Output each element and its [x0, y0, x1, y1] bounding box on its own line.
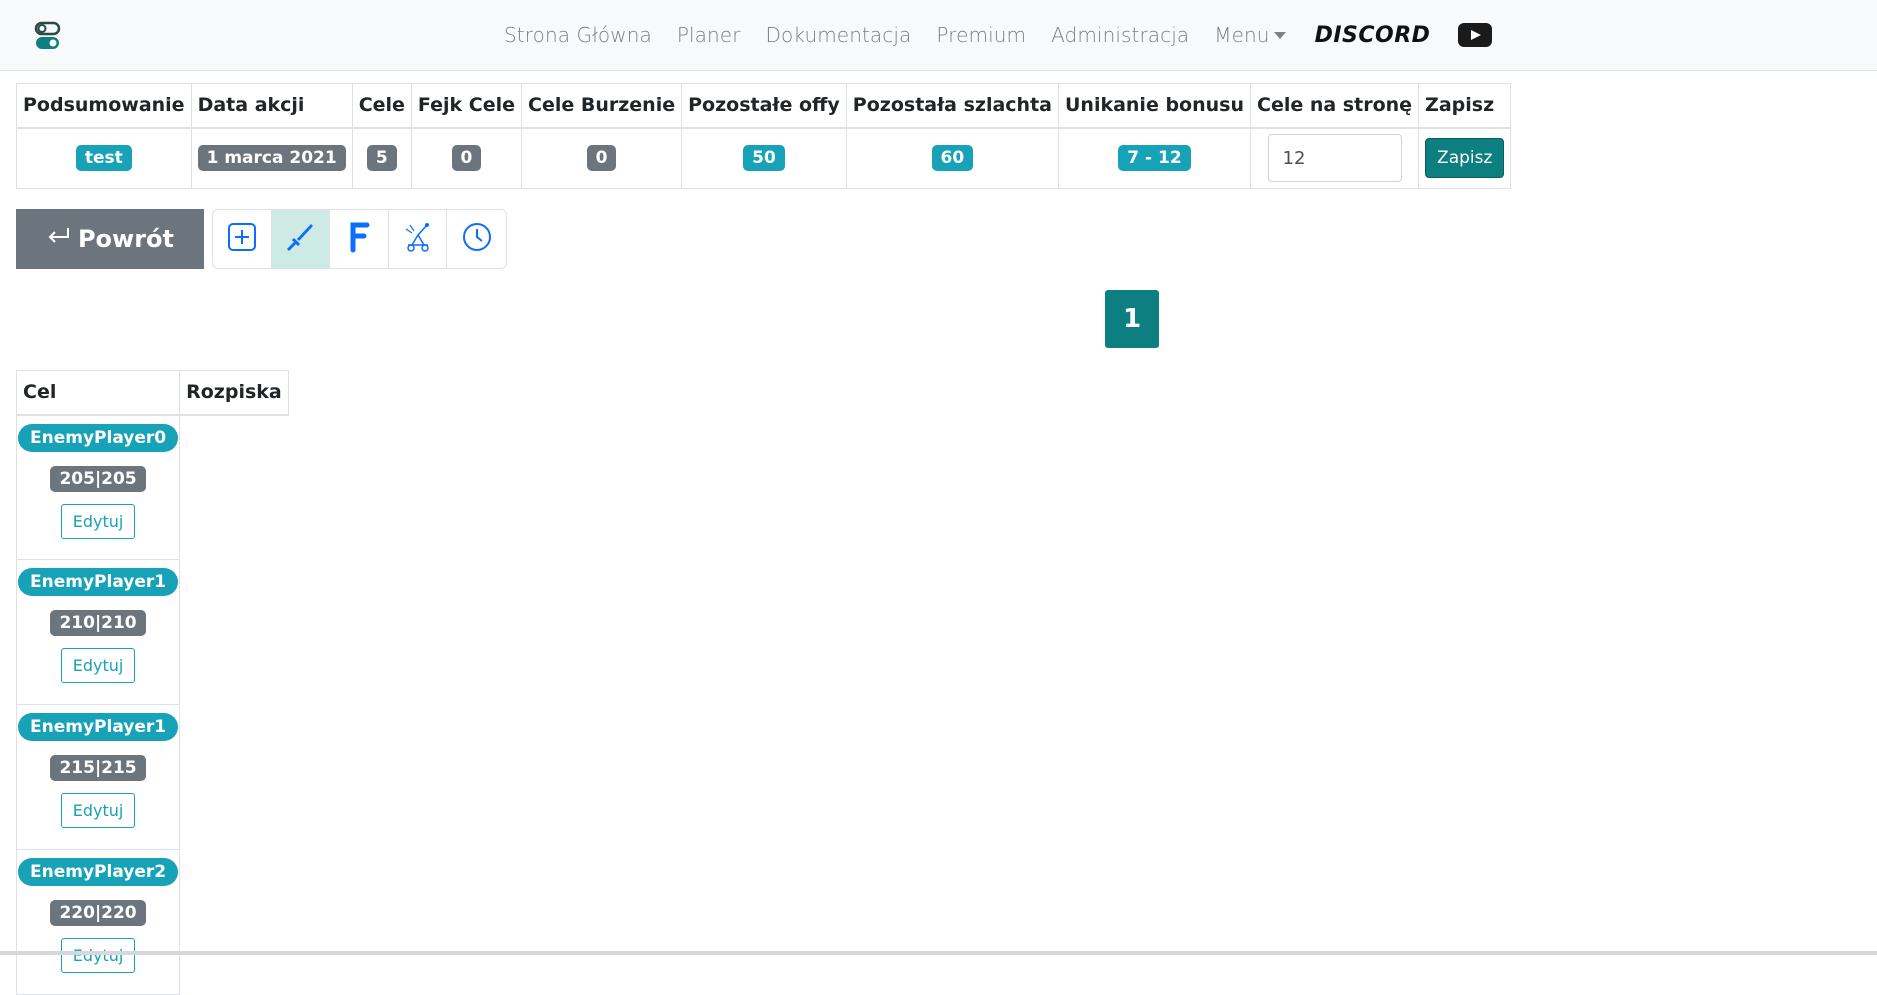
summary-cell: test: [16, 127, 192, 189]
target-player-badge[interactable]: EnemyPlayer0: [18, 423, 179, 452]
header-save: Zapisz: [1418, 83, 1512, 129]
header-demolition-targets: Cele Burzenie: [521, 83, 683, 129]
target-cell: EnemyPlayer1 215|215 Edytuj: [15, 704, 181, 850]
edit-target-button[interactable]: Edytuj: [60, 793, 136, 828]
back-button[interactable]: Powrót: [16, 209, 204, 269]
header-targets: Cele: [351, 83, 412, 129]
header-remaining-offs: Pozostałe offy: [681, 83, 847, 129]
summary-table: Podsumowanie Data akcji Cele Fejk Cele C…: [16, 83, 1512, 189]
save-cell: Zapisz: [1418, 127, 1512, 189]
action-date-cell: 1 marca 2021: [190, 127, 353, 189]
targets-table: Cel Rozpiska EnemyPlayer0 205|205 Edytuj…: [15, 370, 289, 995]
return-arrow-icon: [46, 225, 72, 253]
target-cell: EnemyPlayer0 205|205 Edytuj: [15, 414, 181, 560]
nav-link-docs[interactable]: Dokumentacja: [766, 23, 912, 47]
top-navbar: Strona Główna Planer Dokumentacja Premiu…: [0, 0, 1877, 71]
tool-offensive[interactable]: [271, 210, 331, 268]
demolition-targets-cell: 0: [521, 127, 683, 189]
target-cell: EnemyPlayer2 220|220 Edytuj: [15, 849, 181, 995]
edit-target-button[interactable]: Edytuj: [60, 938, 136, 973]
clock-icon: [462, 222, 492, 256]
header-action-date: Data akcji: [190, 83, 353, 129]
brand-logo-icon[interactable]: [34, 20, 62, 52]
schedule-cell: [179, 849, 289, 995]
target-player-badge[interactable]: EnemyPlayer1: [18, 713, 179, 741]
edit-target-button[interactable]: Edytuj: [60, 503, 136, 539]
bonus-avoidance-cell: 7 - 12: [1057, 127, 1252, 189]
nav-link-planner[interactable]: Planer: [677, 23, 741, 47]
plus-square-icon: [227, 222, 257, 256]
header-targets-per-page: Cele na stronę: [1249, 83, 1420, 129]
demolition-targets-badge: 0: [586, 145, 617, 172]
catapult-icon: [402, 221, 434, 257]
bonus-avoidance-badge: 7 - 12: [1118, 145, 1191, 172]
save-button[interactable]: Zapisz: [1425, 138, 1505, 179]
caret-down-icon: [1273, 32, 1286, 39]
horizontal-scrollbar[interactable]: [0, 951, 1877, 955]
remaining-nobles-cell: 60: [845, 127, 1059, 189]
target-coords-badge[interactable]: 215|215: [50, 755, 146, 781]
remaining-offs-cell: 50: [681, 127, 847, 189]
schedule-cell: [179, 704, 289, 850]
header-summary: Podsumowanie: [16, 83, 192, 129]
back-button-label: Powrót: [77, 225, 175, 253]
header-schedule: Rozpiska: [179, 370, 289, 416]
action-date-badge: 1 marca 2021: [197, 145, 346, 172]
target-player-badge[interactable]: EnemyPlayer1: [18, 568, 179, 596]
header-fake-targets: Fejk Cele: [410, 83, 523, 129]
nav-link-premium[interactable]: Premium: [936, 23, 1026, 47]
letter-f-icon: [347, 221, 371, 257]
remaining-offs-badge: 50: [743, 145, 785, 172]
targets-count-badge: 5: [366, 145, 397, 172]
edit-target-button[interactable]: Edytuj: [60, 648, 136, 683]
menu-label: Menu: [1214, 23, 1270, 47]
schedule-cell: [179, 414, 289, 560]
discord-link[interactable]: DISCORD: [1315, 23, 1431, 48]
tool-add[interactable]: [213, 210, 272, 268]
target-coords-badge[interactable]: 205|205: [50, 465, 146, 492]
header-target: Cel: [15, 370, 181, 416]
summary-header-row: Podsumowanie Data akcji Cele Fejk Cele C…: [16, 83, 1512, 129]
nav-link-home[interactable]: Strona Główna: [504, 23, 652, 47]
header-remaining-nobles: Pozostała szlachta: [845, 83, 1059, 129]
nav-menu-dropdown[interactable]: Menu: [1214, 23, 1286, 47]
table-row: EnemyPlayer0 205|205 Edytuj: [15, 414, 289, 560]
fake-targets-cell: 0: [410, 127, 523, 189]
remaining-nobles-badge: 60: [931, 145, 974, 172]
summary-value-row: test 1 marca 2021 5 0 0 50 60 7 - 12 Zap…: [16, 127, 1512, 189]
target-coords-badge[interactable]: 210|210: [50, 610, 146, 636]
target-player-badge[interactable]: EnemyPlayer2: [18, 858, 179, 886]
tool-demolition[interactable]: [389, 210, 448, 268]
schedule-cell: [179, 559, 289, 705]
fake-targets-badge: 0: [451, 145, 482, 172]
target-coords-badge[interactable]: 220|220: [50, 900, 146, 926]
summary-name-badge: test: [75, 145, 132, 172]
target-cell: EnemyPlayer1 210|210 Edytuj: [15, 559, 181, 705]
targets-per-page-input[interactable]: [1267, 134, 1402, 183]
tool-timing[interactable]: [447, 210, 506, 268]
youtube-icon[interactable]: [1458, 23, 1493, 47]
targets-cell: 5: [351, 127, 412, 189]
targets-per-page-cell: [1249, 127, 1420, 189]
table-row: EnemyPlayer2 220|220 Edytuj: [15, 849, 289, 995]
sword-icon: [284, 221, 316, 257]
pagination-page-1[interactable]: 1: [1105, 290, 1159, 348]
header-bonus-avoidance: Unikanie bonusu: [1057, 83, 1252, 129]
table-row: EnemyPlayer1 215|215 Edytuj: [15, 704, 289, 850]
target-type-toolbar: [212, 209, 507, 269]
targets-header-row: Cel Rozpiska: [15, 370, 289, 416]
tool-fake[interactable]: [330, 210, 389, 268]
nav-link-admin[interactable]: Administracja: [1051, 23, 1189, 47]
table-row: EnemyPlayer1 210|210 Edytuj: [15, 559, 289, 705]
